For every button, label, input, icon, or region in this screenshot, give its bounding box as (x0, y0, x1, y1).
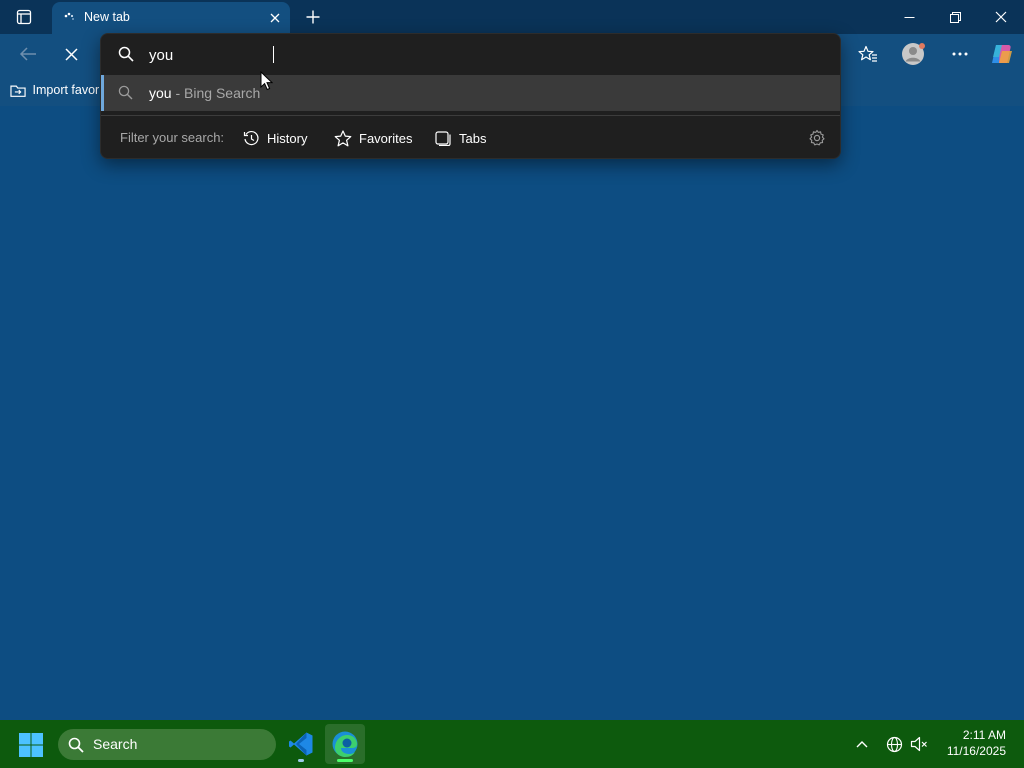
new-tab-page (0, 106, 1024, 718)
title-bar: New tab (0, 0, 1024, 34)
stop-loading-button[interactable] (55, 38, 87, 70)
tab-title: New tab (84, 10, 130, 24)
tabs-icon (435, 130, 451, 146)
globe-network-icon (886, 736, 902, 752)
search-filter-bar: Filter your search: History Favorites Ta… (101, 117, 840, 159)
chevron-up-icon (856, 741, 868, 748)
loading-icon (64, 12, 74, 20)
settings-menu-button[interactable] (944, 38, 976, 70)
clock-date: 11/16/2025 (946, 744, 1006, 758)
history-icon (243, 130, 259, 145)
address-bar[interactable] (101, 34, 840, 74)
running-indicator (298, 759, 304, 762)
edge-icon (332, 731, 358, 757)
text-caret (273, 46, 274, 63)
taskbar-search-box[interactable]: Search (58, 729, 276, 760)
search-icon (118, 46, 134, 62)
suggestion-separator: - (171, 85, 185, 101)
gear-icon (809, 129, 825, 146)
tab-new-tab[interactable]: New tab (52, 2, 290, 34)
windows-logo-icon (19, 733, 43, 757)
start-button[interactable] (18, 732, 44, 758)
active-indicator (337, 759, 353, 762)
favorites-star-icon (858, 45, 877, 62)
filter-tabs-button[interactable]: Tabs (431, 126, 490, 150)
minimize-button[interactable] (886, 0, 932, 34)
copilot-button[interactable] (986, 38, 1018, 70)
filter-history-button[interactable]: History (239, 126, 311, 150)
copilot-icon (992, 45, 1012, 63)
system-clock[interactable]: 2:11 AM 11/16/2025 (947, 727, 1006, 759)
address-input[interactable] (149, 44, 809, 66)
close-icon (64, 47, 78, 61)
search-icon (68, 737, 84, 753)
profile-button[interactable] (898, 38, 930, 70)
show-hidden-icons-button[interactable] (850, 732, 874, 756)
close-window-button[interactable] (978, 0, 1024, 34)
search-icon (118, 85, 133, 100)
minimize-icon (904, 16, 914, 18)
back-arrow-icon (19, 47, 36, 61)
volume-button[interactable] (907, 732, 931, 756)
close-icon (995, 11, 1007, 23)
suggestion-query: you (149, 85, 172, 101)
taskbar-search-label: Search (93, 736, 138, 752)
search-settings-button[interactable] (808, 129, 826, 147)
address-bar-dropdown: you - Bing Search Filter your search: Hi… (100, 33, 841, 159)
speaker-muted-icon (910, 736, 927, 752)
filter-label: Filter your search: (120, 130, 225, 145)
tab-close-button[interactable] (266, 9, 284, 27)
selection-indicator (101, 75, 104, 111)
filter-history-label: History (267, 130, 308, 146)
favorites-button[interactable] (852, 38, 884, 70)
restore-button[interactable] (932, 0, 978, 34)
network-button[interactable] (882, 732, 906, 756)
taskbar-app-vscode[interactable] (281, 724, 321, 764)
restore-icon (949, 11, 961, 23)
more-dots-icon (952, 52, 968, 56)
back-button[interactable] (12, 38, 44, 70)
import-favorites-button[interactable]: Import favori (10, 80, 102, 100)
divider (101, 115, 840, 116)
suggestion-engine: Bing Search (184, 85, 261, 101)
star-icon (334, 129, 352, 146)
close-icon (270, 13, 280, 23)
tab-actions-button[interactable] (6, 5, 42, 29)
clock-time: 2:11 AM (962, 728, 1006, 742)
import-favorites-label: Import favori (32, 83, 102, 97)
search-suggestion[interactable]: you - Bing Search (101, 75, 840, 111)
filter-favorites-label: Favorites (359, 130, 413, 146)
new-tab-button[interactable] (300, 5, 326, 29)
filter-tabs-label: Tabs (459, 130, 487, 146)
taskbar: Search 2:11 AM 11/16/2025 (0, 720, 1024, 768)
mouse-cursor-icon (260, 71, 274, 91)
vscode-icon (289, 732, 313, 756)
avatar-icon (902, 43, 925, 65)
suggestion-text: you - Bing Search (149, 85, 260, 101)
filter-favorites-button[interactable]: Favorites (330, 126, 416, 150)
plus-icon (306, 10, 320, 24)
tab-actions-icon (16, 9, 32, 25)
folder-import-icon (10, 85, 26, 97)
taskbar-app-edge[interactable] (325, 724, 365, 764)
